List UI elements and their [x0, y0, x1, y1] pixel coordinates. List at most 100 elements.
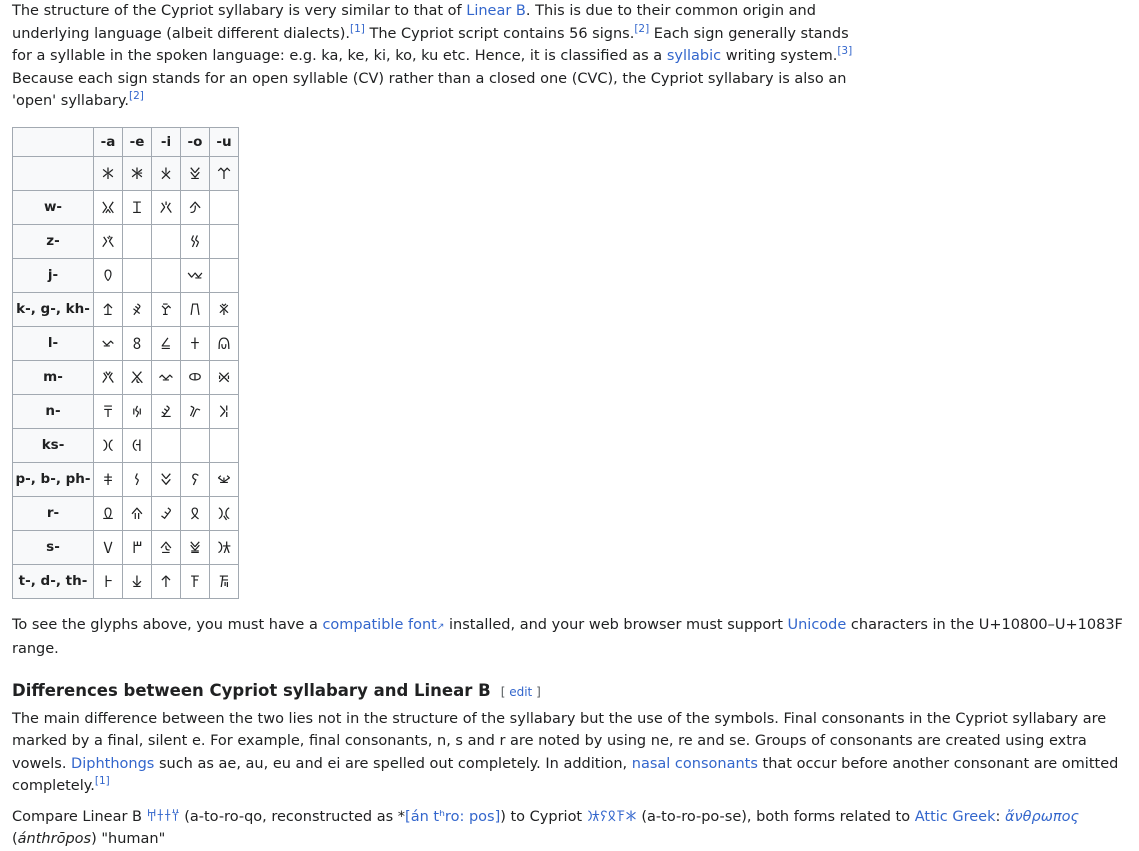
glyph-cell: 𐠢 [209, 461, 239, 497]
glyph-cell: 𐠪 [151, 529, 181, 565]
glyph-cell: 𐠁 [122, 155, 152, 191]
table-row: z- 𐠼 𐠿 [12, 223, 239, 259]
edit-section-link[interactable]: edit [509, 685, 532, 699]
link-unicode[interactable]: Unicode [788, 617, 847, 633]
glyph-cell: 𐠌 [151, 291, 181, 327]
glyph-cell: 𐠦 [180, 495, 210, 531]
link-compatible-font[interactable]: compatible font↗ [322, 617, 444, 633]
glyph-cell: 𐠸 [122, 427, 152, 463]
reference-1b[interactable]: [1] [95, 775, 110, 787]
glyph-cell: 𐠍 [180, 291, 210, 327]
glyph-cell: 𐠡 [180, 461, 210, 497]
table-row: ks- 𐠷 𐠸 [12, 427, 239, 463]
bracket: ] [532, 684, 541, 699]
table-row: w- 𐠲 𐠳 𐠴 𐠵 [12, 189, 239, 225]
heading-text: Differences between Cypriot syllabary an… [12, 680, 491, 700]
glyph-cell: 𐠣 [93, 495, 123, 531]
ipa-link[interactable]: [án tʰro: pos] [405, 809, 500, 825]
bracket: [ [500, 684, 510, 699]
glyph-cell [209, 223, 239, 259]
text: : [995, 808, 1005, 825]
linear-b-glyphs: 𐀀𐀫𐀫𐀦 [146, 808, 180, 825]
text: The structure of the Cypriot syllabary i… [12, 3, 467, 19]
glyph-cell: 𐠈 [180, 257, 210, 293]
glyph-cell: 𐠩 [122, 529, 152, 565]
row-header: r- [12, 495, 94, 531]
reference-1[interactable]: [1] [350, 23, 365, 35]
row-header: k-, g-, kh- [12, 291, 94, 327]
glyph-cell: 𐠫 [180, 529, 210, 565]
cypriot-glyphs: 𐠀𐠰𐠦𐠡𐠬 [586, 808, 637, 825]
glyph-cell: 𐠟 [122, 461, 152, 497]
link-linear-b[interactable]: Linear B [466, 3, 526, 19]
link-nasal-consonants[interactable]: nasal consonants [632, 756, 758, 772]
glyph-cell: 𐠗 [180, 359, 210, 395]
column-header: -a [93, 126, 123, 157]
row-header: p-, b-, ph- [12, 461, 94, 497]
row-header: w- [12, 189, 94, 225]
row-header: n- [12, 393, 94, 429]
table-row: n- 𐠙 𐠚 𐠛 𐠜 𐠝 [12, 393, 239, 429]
row-header: z- [12, 223, 94, 259]
glyph-cell: 𐠷 [93, 427, 123, 463]
glyph-cell: 𐠭 [93, 563, 123, 599]
row-header: m- [12, 359, 94, 395]
text: Compare Linear B [12, 808, 147, 825]
reference-2b[interactable]: [2] [129, 90, 144, 102]
glyph-cell [122, 223, 152, 259]
glyph-cell: 𐠜 [180, 393, 210, 429]
column-header: -u [209, 126, 239, 157]
reference-3[interactable]: [3] [837, 45, 852, 57]
glyph-cell: 𐠊 [93, 291, 123, 327]
glyph-cell: 𐠬 [209, 529, 239, 565]
glyph-cell: 𐠧 [209, 495, 239, 531]
glyph-cell: 𐠱 [209, 563, 239, 599]
text: (a-to-ro-po-se), both forms related to [636, 808, 915, 825]
row-header: ks- [12, 427, 94, 463]
table-body: w- 𐠲 𐠳 𐠴 𐠵 z- 𐠼 𐠿 j- 𐠅 𐠈 k-, g-, kh- 𐠊 𐠋 𐠌 𐠍 𐠎 l- 𐠏 𐠐 𐠑 𐠒 𐠓 m- 𐠔… [12, 189, 239, 599]
greek-word[interactable]: ἄνθρωπος [1005, 809, 1079, 825]
column-header [12, 126, 94, 157]
glyph-cell: 𐠓 [209, 325, 239, 361]
font-note-paragraph: To see the glyphs above, you must have a… [12, 614, 1137, 661]
glyph-cell: 𐠅 [93, 257, 123, 293]
column-header: -e [122, 126, 152, 157]
glyph-cell: 𐠔 [93, 359, 123, 395]
glyph-cell: 𐠂 [151, 155, 181, 191]
glyph-cell [209, 257, 239, 293]
glyph-cell: 𐠯 [151, 563, 181, 599]
row-header [12, 155, 94, 191]
glyph-cell [122, 257, 152, 293]
glyph-cell: 𐠲 [93, 189, 123, 225]
glyph-cell: 𐠏 [93, 325, 123, 361]
glyph-cell [209, 189, 239, 225]
glyph-cell: 𐠀 [93, 155, 123, 191]
glyph-cell: 𐠐 [122, 325, 152, 361]
table-row-vowels: 𐠀 𐠁 𐠂 𐠃 𐠄 [12, 155, 239, 191]
glyph-cell [180, 427, 210, 463]
differences-paragraph: The main difference between the two lies… [12, 708, 1137, 798]
text: To see the glyphs above, you must have a [12, 616, 323, 633]
reference-2[interactable]: [2] [634, 23, 649, 35]
section-heading: Differences between Cypriot syllabary an… [12, 681, 1137, 700]
glyph-cell: 𐠘 [209, 359, 239, 395]
glyph-cell: 𐠝 [209, 393, 239, 429]
link-attic-greek[interactable]: Attic Greek [915, 809, 996, 825]
comparison-paragraph: Compare Linear B 𐀀𐀫𐀫𐀦 (a-to-ro-qo, recon… [12, 806, 1137, 851]
glyph-cell: 𐠴 [151, 189, 181, 225]
row-header: j- [12, 257, 94, 293]
glyph-cell: 𐠎 [209, 291, 239, 327]
table-row: s- 𐠨 𐠩 𐠪 𐠫 𐠬 [12, 529, 239, 565]
link-syllabic[interactable]: syllabic [667, 48, 721, 64]
table-row: k-, g-, kh- 𐠊 𐠋 𐠌 𐠍 𐠎 [12, 291, 239, 327]
intro-paragraph: The structure of the Cypriot syllabary i… [12, 0, 862, 113]
text: such as ae, au, eu and ei are spelled ou… [154, 755, 632, 772]
glyph-cell: 𐠥 [151, 495, 181, 531]
link-diphthongs[interactable]: Diphthongs [71, 756, 154, 772]
text: installed, and your web browser must sup… [444, 616, 788, 633]
glyph-cell [209, 427, 239, 463]
glyph-cell: 𐠚 [122, 393, 152, 429]
column-header: -o [180, 126, 210, 157]
glyph-cell: 𐠿 [180, 223, 210, 259]
glyph-cell [151, 427, 181, 463]
